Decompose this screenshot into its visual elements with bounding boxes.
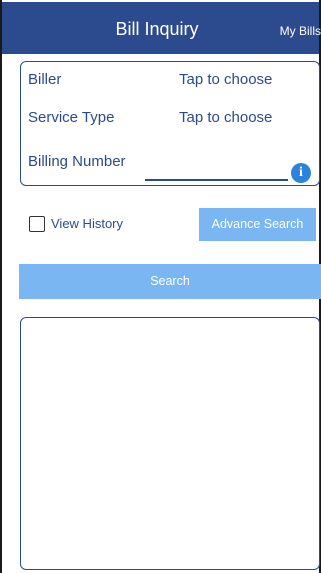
biller-label: Biller — [28, 71, 62, 88]
billing-number-label: Billing Number — [28, 153, 126, 170]
biller-selector[interactable]: Tap to choose — [179, 71, 272, 88]
service-type-label: Service Type — [28, 109, 115, 126]
search-button[interactable]: Search — [19, 264, 321, 299]
results-panel — [20, 317, 320, 570]
billing-number-field[interactable] — [147, 158, 287, 178]
app-header: Bill Inquiry My Bills — [2, 2, 321, 54]
view-history-label[interactable]: View History — [51, 216, 123, 231]
page-title: Bill Inquiry — [115, 19, 199, 39]
view-history-checkbox[interactable] — [29, 216, 45, 232]
my-bills-tab[interactable]: My Bills — [280, 24, 321, 38]
advance-search-button[interactable]: Advance Search — [199, 208, 316, 241]
service-type-selector[interactable]: Tap to choose — [179, 109, 272, 126]
billing-number-underline — [145, 179, 288, 181]
info-icon[interactable]: i — [291, 163, 311, 183]
